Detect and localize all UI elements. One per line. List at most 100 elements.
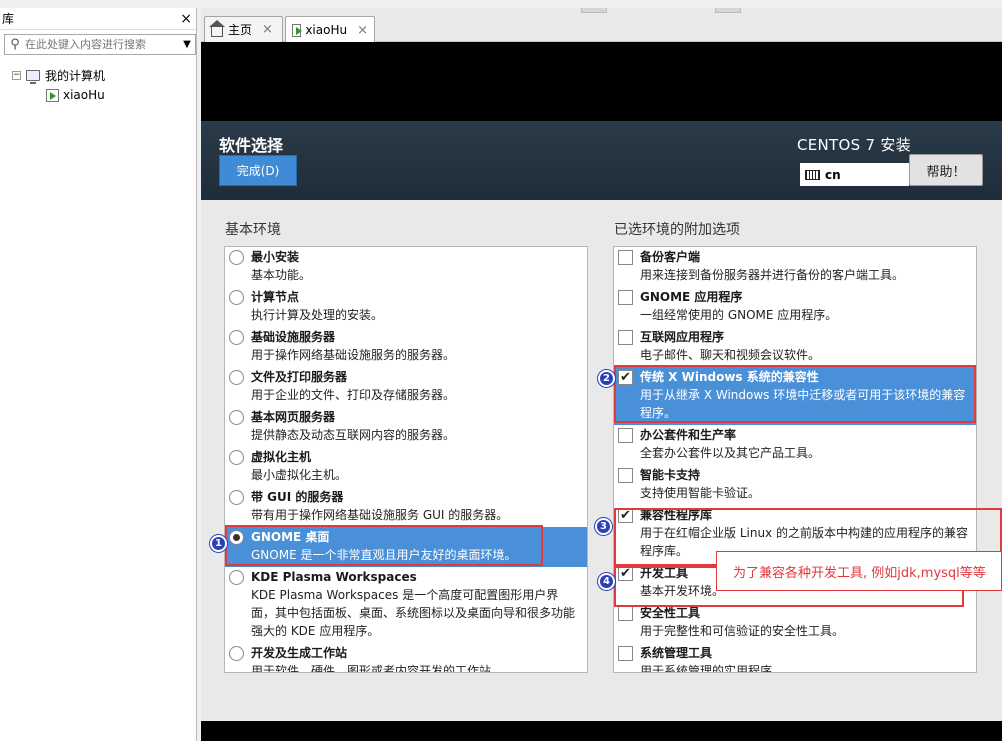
- addon-item-gnome-apps[interactable]: GNOME 应用程序一组经常使用的 GNOME 应用程序。: [614, 287, 976, 327]
- radio-button[interactable]: [229, 450, 244, 465]
- radio-button[interactable]: [229, 250, 244, 265]
- addon-item-title: 互联网应用程序: [640, 330, 725, 344]
- addon-item-desc: 电子邮件、聊天和视频会议软件。: [640, 348, 821, 362]
- env-item-title: 基础设施服务器: [251, 330, 336, 344]
- keyboard-layout-label: cn: [825, 167, 841, 182]
- addon-list[interactable]: 备份客户端用来连接到备份服务器并进行备份的客户端工具。 GNOME 应用程序一组…: [613, 246, 977, 673]
- radio-button[interactable]: [229, 370, 244, 385]
- addon-item-desc: 用于系统管理的实用程序。: [640, 664, 785, 673]
- annotation-box-gnome: [225, 525, 543, 566]
- addon-item-desc: 一组经常使用的 GNOME 应用程序。: [640, 308, 838, 322]
- library-header: 库 ×: [0, 8, 196, 30]
- env-item-desc: 基本功能。: [251, 268, 312, 282]
- checkbox[interactable]: [618, 250, 633, 265]
- checkbox[interactable]: [618, 290, 633, 305]
- env-item-desc: 用于软件、硬件、图形或者内容开发的工作站。: [251, 664, 504, 673]
- addon-item-title: 备份客户端: [640, 250, 701, 264]
- addon-item-title: 办公套件和生产率: [640, 428, 737, 442]
- installer-header: 软件选择 完成(D) CENTOS 7 安装 cn 帮助！: [201, 121, 1002, 200]
- software-selection-content: 基本环境 已选环境的附加选项 最小安装基本功能。 计算节点执行计算及处理的安装。…: [201, 200, 1002, 721]
- tree-item-vm[interactable]: xiaoHu: [12, 85, 105, 105]
- library-search-box[interactable]: ⚲ ▼: [4, 34, 196, 55]
- checkbox[interactable]: [618, 330, 633, 345]
- addon-item-desc: 用来连接到备份服务器并进行备份的客户端工具。: [640, 268, 905, 282]
- annotation-badge-4: 4: [598, 573, 615, 590]
- vm-running-icon: [292, 23, 303, 37]
- env-item-title: 计算节点: [251, 290, 300, 304]
- env-item-desc: KDE Plasma Workspaces 是一个高度可配置图形用户界面，其中包…: [251, 588, 576, 638]
- tab-close-icon[interactable]: ×: [357, 23, 368, 38]
- env-item-infrastructure-server[interactable]: 基础设施服务器用于操作网络基础设施服务的服务器。: [225, 327, 587, 367]
- env-item-title: 最小安装: [251, 250, 300, 264]
- radio-button[interactable]: [229, 570, 244, 585]
- env-item-desc: 用于操作网络基础设施服务的服务器。: [251, 348, 456, 362]
- page-title: 软件选择: [219, 136, 284, 155]
- library-panel: 库 × ⚲ ▼ − 我的计算机 xiaoHu: [0, 8, 197, 741]
- env-item-minimal[interactable]: 最小安装 基本功能。: [225, 247, 587, 287]
- addon-item-title: 智能卡支持: [640, 468, 701, 482]
- env-heading: 基本环境: [225, 222, 281, 238]
- addon-item-desc: 全套办公套件以及其它产品工具。: [640, 446, 821, 460]
- annotation-badge-3: 3: [595, 518, 612, 535]
- toolbar-fragment: [715, 8, 741, 13]
- env-item-title: 带 GUI 的服务器: [251, 490, 344, 504]
- env-item-desc: 带有用于操作网络基础设施服务 GUI 的服务器。: [251, 508, 509, 522]
- tree-collapse-icon[interactable]: −: [12, 70, 21, 80]
- env-item-virtualization-host[interactable]: 虚拟化主机 最小虚拟化主机。: [225, 447, 587, 487]
- addon-item-system-admin-tools[interactable]: 系统管理工具用于系统管理的实用程序。: [614, 643, 976, 673]
- tab-label: xiaoHu: [305, 23, 348, 37]
- env-item-compute-node[interactable]: 计算节点执行计算及处理的安装。: [225, 287, 587, 327]
- library-title: 库: [2, 12, 15, 26]
- radio-button[interactable]: [229, 410, 244, 425]
- search-dropdown-icon[interactable]: ▼: [179, 39, 195, 50]
- env-item-file-print-server[interactable]: 文件及打印服务器用于企业的文件、打印及存储服务器。: [225, 367, 587, 407]
- env-item-dev-workstation[interactable]: 开发及生成工作站 用于软件、硬件、图形或者内容开发的工作站。: [225, 643, 587, 673]
- vm-tree: − 我的计算机 xiaoHu: [12, 65, 105, 105]
- addon-item-title: 系统管理工具: [640, 646, 713, 660]
- addon-heading: 已选环境的附加选项: [614, 222, 740, 238]
- checkbox[interactable]: [618, 468, 633, 483]
- addon-item-smart-card[interactable]: 智能卡支持支持使用智能卡验证。: [614, 465, 976, 505]
- tab-close-icon[interactable]: ×: [262, 22, 273, 37]
- tab-home[interactable]: 主页 ×: [204, 16, 283, 42]
- checkbox[interactable]: [618, 606, 633, 621]
- tree-item-label: xiaoHu: [63, 88, 105, 102]
- env-item-title: 文件及打印服务器: [251, 370, 348, 384]
- env-item-kde-plasma[interactable]: KDE Plasma Workspaces KDE Plasma Workspac…: [225, 567, 587, 643]
- addon-item-desc: 支持使用智能卡验证。: [640, 486, 761, 500]
- radio-button[interactable]: [229, 646, 244, 661]
- addon-item-office-suite[interactable]: 办公套件和生产率全套办公套件以及其它产品工具。: [614, 425, 976, 465]
- addon-item-security-tools[interactable]: 安全性工具 用于完整性和可信验证的安全性工具。: [614, 603, 976, 643]
- radio-button[interactable]: [229, 490, 244, 505]
- env-item-desc: 提供静态及动态互联网内容的服务器。: [251, 428, 456, 442]
- env-item-web-server[interactable]: 基本网页服务器 提供静态及动态互联网内容的服务器。: [225, 407, 587, 447]
- help-button[interactable]: 帮助！: [909, 154, 983, 186]
- tab-label: 主页: [228, 23, 253, 37]
- annotation-box-x-windows: [614, 365, 976, 423]
- env-item-desc: 执行计算及处理的安装。: [251, 308, 384, 322]
- annotation-badge-1: 1: [210, 535, 227, 552]
- keyboard-layout-indicator[interactable]: cn: [800, 163, 909, 186]
- env-item-title: KDE Plasma Workspaces: [251, 570, 417, 584]
- done-button[interactable]: 完成(D): [219, 155, 297, 186]
- annotation-note: 为了兼容各种开发工具, 例如jdk,mysql等等: [716, 551, 1002, 591]
- annotation-badge-2: 2: [598, 370, 615, 387]
- tab-xiaohu[interactable]: xiaoHu ×: [285, 16, 375, 43]
- addon-item-backup-client[interactable]: 备份客户端用来连接到备份服务器并进行备份的客户端工具。: [614, 247, 976, 287]
- radio-button[interactable]: [229, 330, 244, 345]
- addon-item-title: GNOME 应用程序: [640, 290, 743, 304]
- vm-console-bottom: [201, 721, 1002, 741]
- home-icon: [209, 19, 225, 37]
- checkbox[interactable]: [618, 646, 633, 661]
- env-item-desc: 用于企业的文件、打印及存储服务器。: [251, 388, 456, 402]
- radio-button[interactable]: [229, 290, 244, 305]
- vm-running-icon: [46, 88, 59, 102]
- checkbox[interactable]: [618, 428, 633, 443]
- tree-item-my-computer[interactable]: − 我的计算机: [12, 65, 105, 85]
- environment-list[interactable]: 最小安装基本功能。 计算节点执行计算及处理的安装。 基础设施服务器用于操作网络基…: [224, 246, 588, 673]
- addon-item-internet-apps[interactable]: 互联网应用程序电子邮件、聊天和视频会议软件。: [614, 327, 976, 367]
- library-close-icon[interactable]: ×: [180, 11, 192, 27]
- library-search-input[interactable]: [25, 38, 179, 51]
- env-item-server-gui[interactable]: 带 GUI 的服务器带有用于操作网络基础设施服务 GUI 的服务器。: [225, 487, 587, 527]
- keyboard-icon: [805, 169, 820, 180]
